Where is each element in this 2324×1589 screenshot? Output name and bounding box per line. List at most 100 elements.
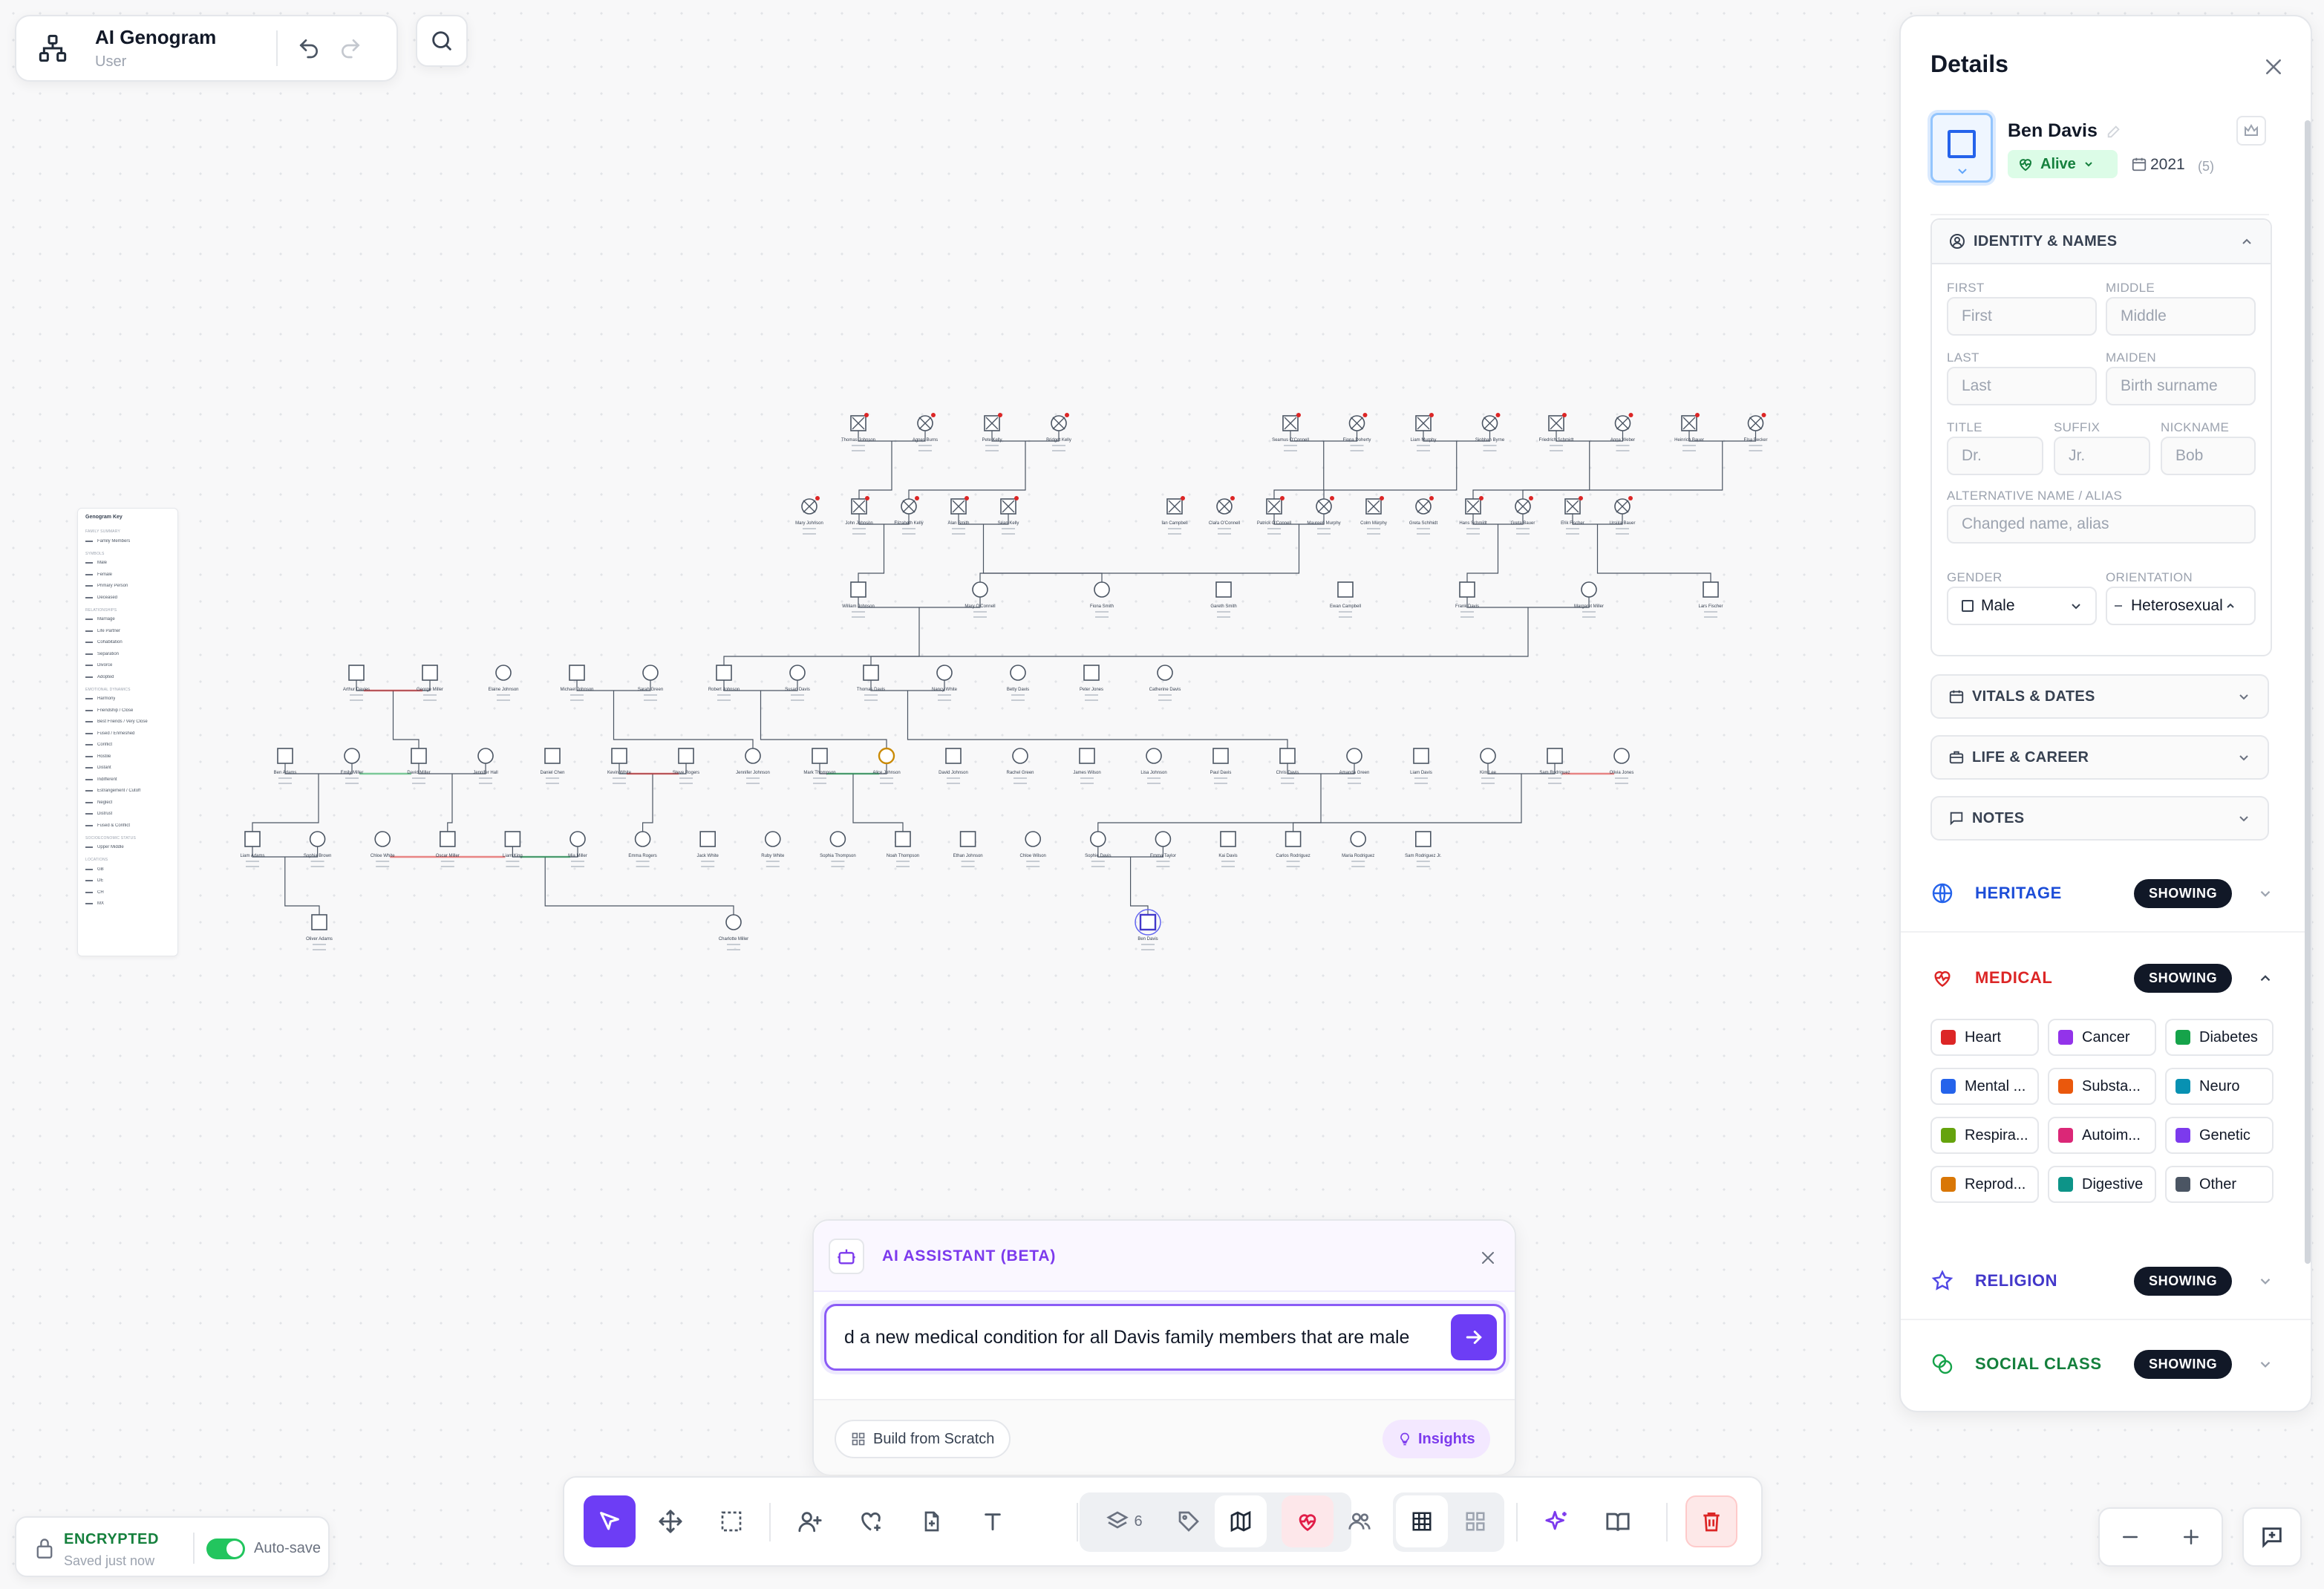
first-name-input[interactable]: First: [1947, 297, 2097, 336]
person-node[interactable]: Kai Davis: [1218, 831, 1238, 867]
person-node[interactable]: Lars Fischer: [1698, 581, 1723, 618]
condition-chip[interactable]: Digestive: [2048, 1166, 2156, 1203]
suffix-input[interactable]: Jr.: [2054, 437, 2150, 475]
social-class-showing-badge[interactable]: SHOWING: [2134, 1349, 2233, 1379]
person-node[interactable]: Olivia Jones: [1610, 748, 1634, 784]
identity-header[interactable]: IDENTITY & NAMES: [1932, 220, 2271, 264]
person-node[interactable]: Jennifer Johnson: [736, 748, 770, 784]
tags-tool[interactable]: [1163, 1495, 1215, 1547]
person-node[interactable]: Paul Davis: [1210, 748, 1232, 784]
heritage-layer[interactable]: HERITAGE SHOWING: [1930, 875, 2287, 912]
layers-tool[interactable]: 6: [1088, 1495, 1160, 1547]
person-node[interactable]: Fiona Smith: [1090, 581, 1114, 618]
select-tool[interactable]: [584, 1495, 636, 1547]
legend-item[interactable]: GB: [85, 864, 174, 875]
zoom-in-button[interactable]: [2169, 1515, 2213, 1559]
notes-section[interactable]: NOTES: [1930, 796, 2269, 841]
alt-name-input[interactable]: Changed name, alias: [1947, 505, 2256, 544]
birth-year[interactable]: 2021: [2150, 156, 2185, 174]
guide-tool[interactable]: [1592, 1495, 1644, 1547]
condition-chip[interactable]: Mental ...: [1930, 1068, 2039, 1105]
title-input[interactable]: Dr.: [1947, 437, 2043, 475]
ai-sparkle-tool[interactable]: [1531, 1495, 1583, 1547]
genogram-canvas[interactable]: Thomas Johnson Agnes Burns Pete Kelly Bridg…: [0, 0, 1901, 1010]
maiden-name-input[interactable]: Birth surname: [2106, 367, 2256, 405]
person-node[interactable]: Clara O'Connell: [1209, 496, 1240, 535]
condition-chip[interactable]: Respira...: [1930, 1117, 2039, 1154]
search-button[interactable]: [416, 15, 468, 67]
status-dropdown[interactable]: Alive: [2008, 150, 2118, 178]
legend-item[interactable]: MX: [85, 898, 174, 910]
legend-item[interactable]: Harmony: [85, 694, 174, 705]
legend-item[interactable]: CH: [85, 887, 174, 898]
legend-item[interactable]: Distant: [85, 763, 174, 774]
legend-item[interactable]: Male: [85, 558, 174, 570]
person-node[interactable]: Colm Murphy: [1360, 496, 1387, 535]
legend-item[interactable]: Separation: [85, 648, 174, 660]
add-note-button[interactable]: [2242, 1507, 2302, 1567]
social-class-layer[interactable]: SOCIAL CLASS SHOWING: [1930, 1345, 2287, 1383]
person-node[interactable]: Ruby White: [761, 831, 785, 867]
condition-chip[interactable]: Genetic: [2165, 1117, 2274, 1154]
insights-button[interactable]: Insights: [1383, 1420, 1490, 1458]
legend-item[interactable]: Best Friends / Very Close: [85, 717, 174, 728]
person-node[interactable]: Betty Davis: [1007, 665, 1029, 701]
grid-view-tool[interactable]: [1396, 1495, 1448, 1547]
legend-item[interactable]: Adopted: [85, 671, 174, 683]
marriage-line[interactable]: [1466, 597, 1590, 608]
crown-button[interactable]: [2236, 116, 2266, 146]
middle-name-input[interactable]: Middle: [2106, 297, 2256, 336]
condition-chip[interactable]: Substa...: [2048, 1068, 2156, 1105]
person-node[interactable]: Charlotte Miller: [719, 914, 748, 950]
zoom-out-button[interactable]: [2108, 1515, 2152, 1559]
medical-view-tool[interactable]: [1282, 1495, 1334, 1547]
person-node[interactable]: Ian Campbell: [1161, 496, 1188, 535]
legend-item[interactable]: Fused / Enmeshed: [85, 728, 174, 740]
condition-chip[interactable]: Diabetes: [2165, 1019, 2274, 1056]
person-node[interactable]: Lisa Johnson: [1140, 748, 1167, 784]
religion-layer[interactable]: RELIGION SHOWING: [1930, 1262, 2287, 1299]
person-node[interactable]: Peter Jones: [1080, 665, 1103, 701]
marquee-tool[interactable]: [705, 1495, 757, 1547]
legend-item[interactable]: Estrangement / Cutoff: [85, 786, 174, 797]
send-button[interactable]: [1451, 1314, 1497, 1360]
condition-chip[interactable]: Other: [2165, 1166, 2274, 1203]
autosave-toggle[interactable]: [206, 1539, 245, 1559]
pan-tool[interactable]: [644, 1495, 696, 1547]
person-node[interactable]: Sam Rodriguez Jr.: [1405, 831, 1442, 867]
legend-item[interactable]: Fused & Conflict: [85, 820, 174, 832]
close-assistant-button[interactable]: [1475, 1244, 1501, 1271]
tiles-view-tool[interactable]: [1449, 1495, 1501, 1547]
legend-item[interactable]: Marriage: [85, 614, 174, 626]
person-node[interactable]: Carlos Rodriguez: [1276, 831, 1310, 867]
last-name-input[interactable]: Last: [1947, 367, 2097, 405]
redo-button[interactable]: [330, 27, 371, 69]
condition-chip[interactable]: Reprod...: [1930, 1166, 2039, 1203]
legend-item[interactable]: Conflict: [85, 740, 174, 751]
close-details-button[interactable]: [2256, 49, 2291, 85]
career-section[interactable]: LIFE & CAREER: [1930, 735, 2269, 780]
medical-layer[interactable]: MEDICAL SHOWING: [1930, 959, 2287, 996]
nickname-input[interactable]: Bob: [2161, 437, 2256, 475]
condition-chip[interactable]: Autoim...: [2048, 1117, 2156, 1154]
assistant-input[interactable]: d a new medical condition for all Davis …: [824, 1304, 1506, 1371]
person-node[interactable]: Emma Rogers: [628, 831, 657, 867]
orientation-select[interactable]: Heterosexual: [2106, 587, 2256, 625]
person-node[interactable]: David Johnson: [939, 748, 968, 784]
marriage-line[interactable]: [858, 597, 981, 608]
person-node[interactable]: Chloe White: [371, 831, 395, 867]
legend-item[interactable]: Divorce: [85, 660, 174, 672]
text-tool[interactable]: [967, 1495, 1019, 1547]
person-node[interactable]: Catherine Davis: [1149, 665, 1181, 701]
person-node[interactable]: Chloe Wilson: [1020, 831, 1046, 867]
person-node[interactable]: Greta Schmidt: [1409, 496, 1438, 535]
legend-item[interactable]: Hostile: [85, 751, 174, 763]
map-tool[interactable]: [1215, 1495, 1267, 1547]
legend-item[interactable]: Indifferent: [85, 774, 174, 786]
vitals-section[interactable]: VITALS & DATES: [1930, 674, 2269, 719]
person-node[interactable]: Jack White: [697, 831, 719, 867]
legend-item[interactable]: Distrust: [85, 809, 174, 820]
religion-showing-badge[interactable]: SHOWING: [2134, 1266, 2233, 1296]
person-node[interactable]: Ewan Campbell: [1330, 581, 1361, 618]
person-node[interactable]: Liam Davis: [1410, 748, 1432, 784]
